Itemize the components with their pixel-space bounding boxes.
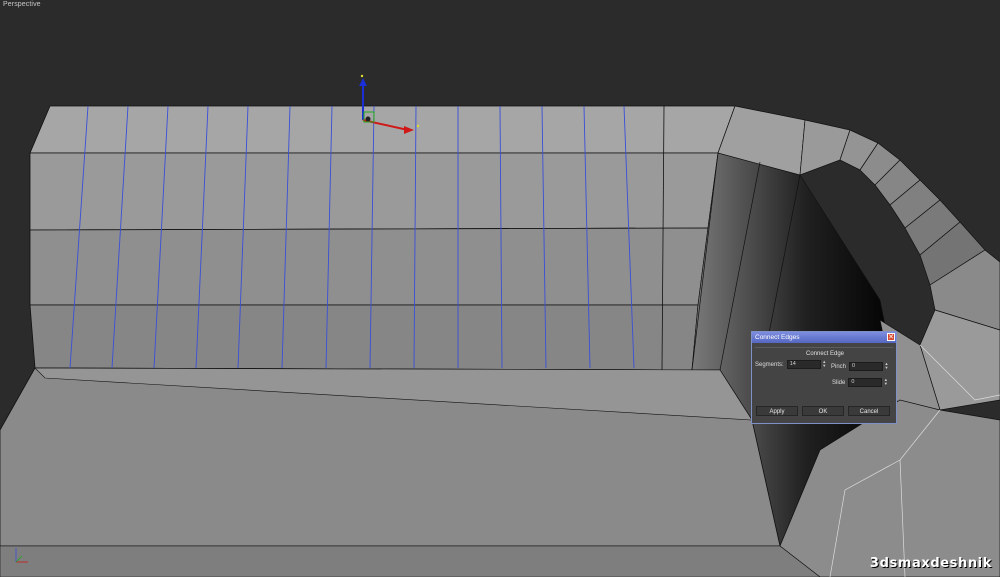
wall-lower-band [29,304,699,371]
group-label: Connect Edge [805,351,845,357]
perspective-viewport[interactable]: Perspective 3dsmaxdeshnik [0,0,1000,577]
wall-top-face [29,105,736,154]
dialog-title-bar[interactable]: Connect Edges ✕ [752,332,896,343]
cancel-button[interactable]: Cancel [848,406,890,416]
slide-input[interactable]: 0 [848,378,883,387]
segments-row: Segments: 14 ▲ ▼ [755,360,827,369]
slide-row: Slide 0 ▲ ▼ [832,378,888,387]
ok-button[interactable]: OK [802,406,844,416]
viewport-label[interactable]: Perspective [3,1,41,8]
dialog-title: Connect Edges [755,334,800,341]
watermark: 3dsmaxdeshnik [869,556,992,571]
wall-upper-band [29,152,719,231]
close-icon[interactable]: ✕ [887,333,895,341]
floor-front [0,545,821,577]
segments-input[interactable]: 14 [786,360,821,369]
pinch-row: Pinch 0 ▲ ▼ [831,362,889,371]
pinch-label: Pinch [831,363,847,370]
pinch-spinner-icon[interactable]: ▲ ▼ [884,362,889,371]
apply-button[interactable]: Apply [756,406,798,416]
connect-edges-dialog: Connect Edges ✕ Connect Edge Segments: 1… [751,331,897,424]
wall-middle-band [29,227,709,306]
connect-edge-group: Connect Edge Segments: 14 ▲ ▼ Pinch 0 ▲ ▼ … [755,347,893,398]
slide-label: Slide [832,379,846,386]
mesh-canvas[interactable] [0,0,1000,577]
slide-spinner-icon[interactable]: ▲ ▼ [883,378,888,387]
segments-label: Segments: [755,361,784,368]
segments-spinner-icon[interactable]: ▲ ▼ [822,360,827,369]
pinch-input[interactable]: 0 [849,362,884,371]
